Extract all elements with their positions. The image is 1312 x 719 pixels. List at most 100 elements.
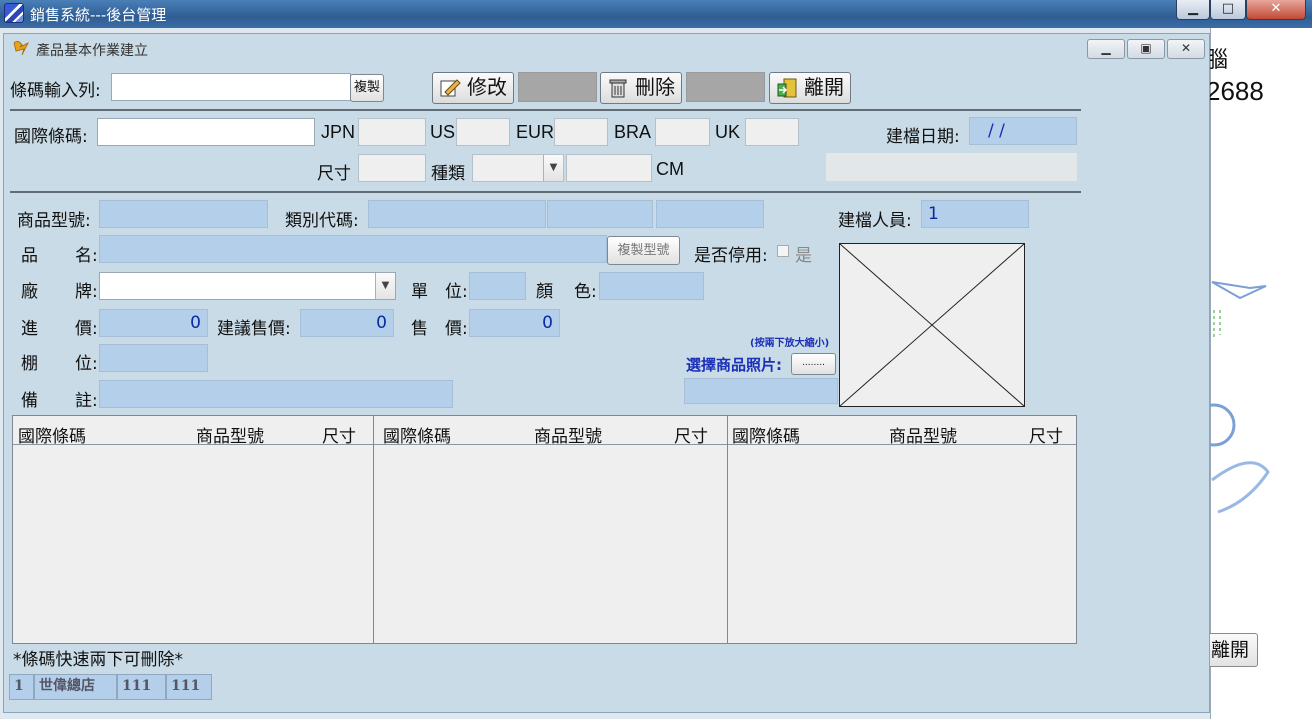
info-box xyxy=(826,153,1077,181)
window-close-button[interactable]: ✕ xyxy=(1167,39,1205,59)
size-input[interactable] xyxy=(358,154,426,182)
us-label: US xyxy=(430,122,456,142)
window-titlebar xyxy=(4,34,1209,62)
created-date-label: 建檔日期: xyxy=(886,127,960,147)
uk-size-input[interactable] xyxy=(745,118,799,146)
cm-label: CM xyxy=(656,159,684,179)
app-close-button[interactable]: ✕ xyxy=(1246,0,1306,20)
grid-header-barcode[interactable]: 國際條碼 xyxy=(18,422,86,447)
grid-header-size[interactable]: 尺寸 xyxy=(322,422,356,447)
footer-hint: *條碼快速兩下可刪除* xyxy=(13,650,183,670)
status-cell-id: 1 xyxy=(9,674,34,700)
name-label-char2: 名: xyxy=(75,246,98,266)
status-cell-terminal: 111 xyxy=(166,674,212,700)
barcode-grid-3[interactable]: 國際條碼 商品型號 尺寸 xyxy=(727,415,1077,644)
eur-label: EUR xyxy=(516,122,555,142)
window-minimize-button[interactable]: ▁ xyxy=(1087,39,1125,59)
app-logo-icon xyxy=(4,3,24,23)
barcode-input[interactable] xyxy=(111,73,351,101)
background-decoration-icon xyxy=(1210,281,1270,514)
image-placeholder-icon xyxy=(839,243,1025,407)
barcode-grid-1[interactable]: 國際條碼 商品型號 尺寸 xyxy=(12,415,374,644)
color-label-char2: 色: xyxy=(574,282,597,302)
model-label: 商品型號: xyxy=(17,211,91,231)
copy-button[interactable]: 複製 xyxy=(350,74,384,102)
eur-size-input[interactable] xyxy=(554,118,608,146)
status-cell-user: 111 xyxy=(117,674,166,700)
model-input[interactable] xyxy=(99,200,268,228)
product-photo[interactable] xyxy=(839,243,1025,407)
background-partial-number: 2688 xyxy=(1206,76,1264,106)
uk-label: UK xyxy=(715,122,741,142)
unit-label-char2: 位: xyxy=(445,282,468,302)
shelf-input[interactable] xyxy=(99,344,208,372)
exit-button[interactable]: 離開 xyxy=(769,72,851,104)
grid-header-model[interactable]: 商品型號 xyxy=(889,422,957,447)
creator-value: 1 xyxy=(921,200,1029,228)
edit-button[interactable]: 修改 xyxy=(432,72,514,104)
category-input-1[interactable] xyxy=(368,200,546,228)
bra-label: BRA xyxy=(614,122,652,142)
copy-model-button[interactable]: 複製型號 xyxy=(607,236,680,265)
grid-header-size[interactable]: 尺寸 xyxy=(674,422,708,447)
cm-size-input[interactable] xyxy=(566,154,652,182)
exit-door-icon xyxy=(777,78,797,98)
disabled-label: 是否停用: xyxy=(694,246,768,266)
delete-status-box xyxy=(686,72,765,102)
color-input[interactable] xyxy=(599,272,704,300)
kind-select[interactable]: ▼ xyxy=(472,154,564,182)
cost-input[interactable]: 0 xyxy=(99,309,208,337)
jpn-size-input[interactable] xyxy=(358,118,426,146)
edit-button-label: 修改 xyxy=(467,75,507,99)
grid-header-barcode[interactable]: 國際條碼 xyxy=(732,422,800,447)
edit-status-box xyxy=(518,72,597,102)
chevron-down-icon: ▼ xyxy=(375,273,395,299)
barcode-input-label: 條碼輸入列: xyxy=(10,81,101,101)
category-input-2[interactable] xyxy=(547,200,653,228)
suggested-price-label: 建議售價: xyxy=(217,319,291,339)
kind-label: 種類 xyxy=(431,164,465,184)
separator xyxy=(10,109,1081,111)
created-date-value: / / xyxy=(969,117,1077,145)
jpn-label: JPN xyxy=(321,122,356,142)
app-maximize-button[interactable]: □ xyxy=(1210,0,1246,20)
category-input-3[interactable] xyxy=(656,200,764,228)
photo-browse-button[interactable]: ........ xyxy=(791,353,836,375)
cost-label-char1: 進 xyxy=(21,319,38,339)
grid-header-size[interactable]: 尺寸 xyxy=(1029,422,1063,447)
window-title: 產品基本作業建立 xyxy=(36,43,148,59)
grid-header-barcode[interactable]: 國際條碼 xyxy=(383,422,451,447)
app-titlebar xyxy=(0,0,1312,28)
unit-input[interactable] xyxy=(469,272,526,300)
note-input[interactable] xyxy=(99,380,453,408)
unit-label-char1: 單 xyxy=(411,282,428,302)
grid-header-model[interactable]: 商品型號 xyxy=(534,422,602,447)
us-size-input[interactable] xyxy=(456,118,510,146)
photo-hint: (按兩下放大縮小) xyxy=(750,338,830,349)
size-label: 尺寸 xyxy=(317,164,351,184)
disabled-checkbox[interactable] xyxy=(777,245,789,257)
brand-select[interactable]: ▼ xyxy=(99,272,396,300)
intl-barcode-input[interactable] xyxy=(97,118,315,146)
grid-header-model[interactable]: 商品型號 xyxy=(196,422,264,447)
brand-label-char2: 牌: xyxy=(75,282,98,302)
shelf-label-char1: 棚 xyxy=(21,354,38,374)
photo-path-field[interactable] xyxy=(684,378,838,404)
delete-button[interactable]: 刪除 xyxy=(600,72,682,104)
app-minimize-button[interactable]: ▁ xyxy=(1176,0,1210,20)
product-name-input[interactable] xyxy=(99,235,607,263)
disabled-option-label: 是 xyxy=(795,246,812,266)
delete-button-label: 刪除 xyxy=(635,75,675,99)
trash-icon xyxy=(609,79,627,98)
suggested-price-input[interactable]: 0 xyxy=(300,309,394,337)
color-label-char1: 顏 xyxy=(536,282,553,302)
barcode-grid-2[interactable]: 國際條碼 商品型號 尺寸 xyxy=(373,415,728,644)
background-exit-button[interactable]: 離開 xyxy=(1204,633,1258,667)
price-label-char2: 價: xyxy=(445,319,468,339)
window-restore-button[interactable]: ▣ xyxy=(1127,39,1165,59)
bra-size-input[interactable] xyxy=(655,118,710,146)
price-input[interactable]: 0 xyxy=(469,309,560,337)
edit-icon xyxy=(440,79,461,97)
photo-select-label: 選擇商品照片: xyxy=(686,356,782,374)
creator-label: 建檔人員: xyxy=(838,211,912,231)
